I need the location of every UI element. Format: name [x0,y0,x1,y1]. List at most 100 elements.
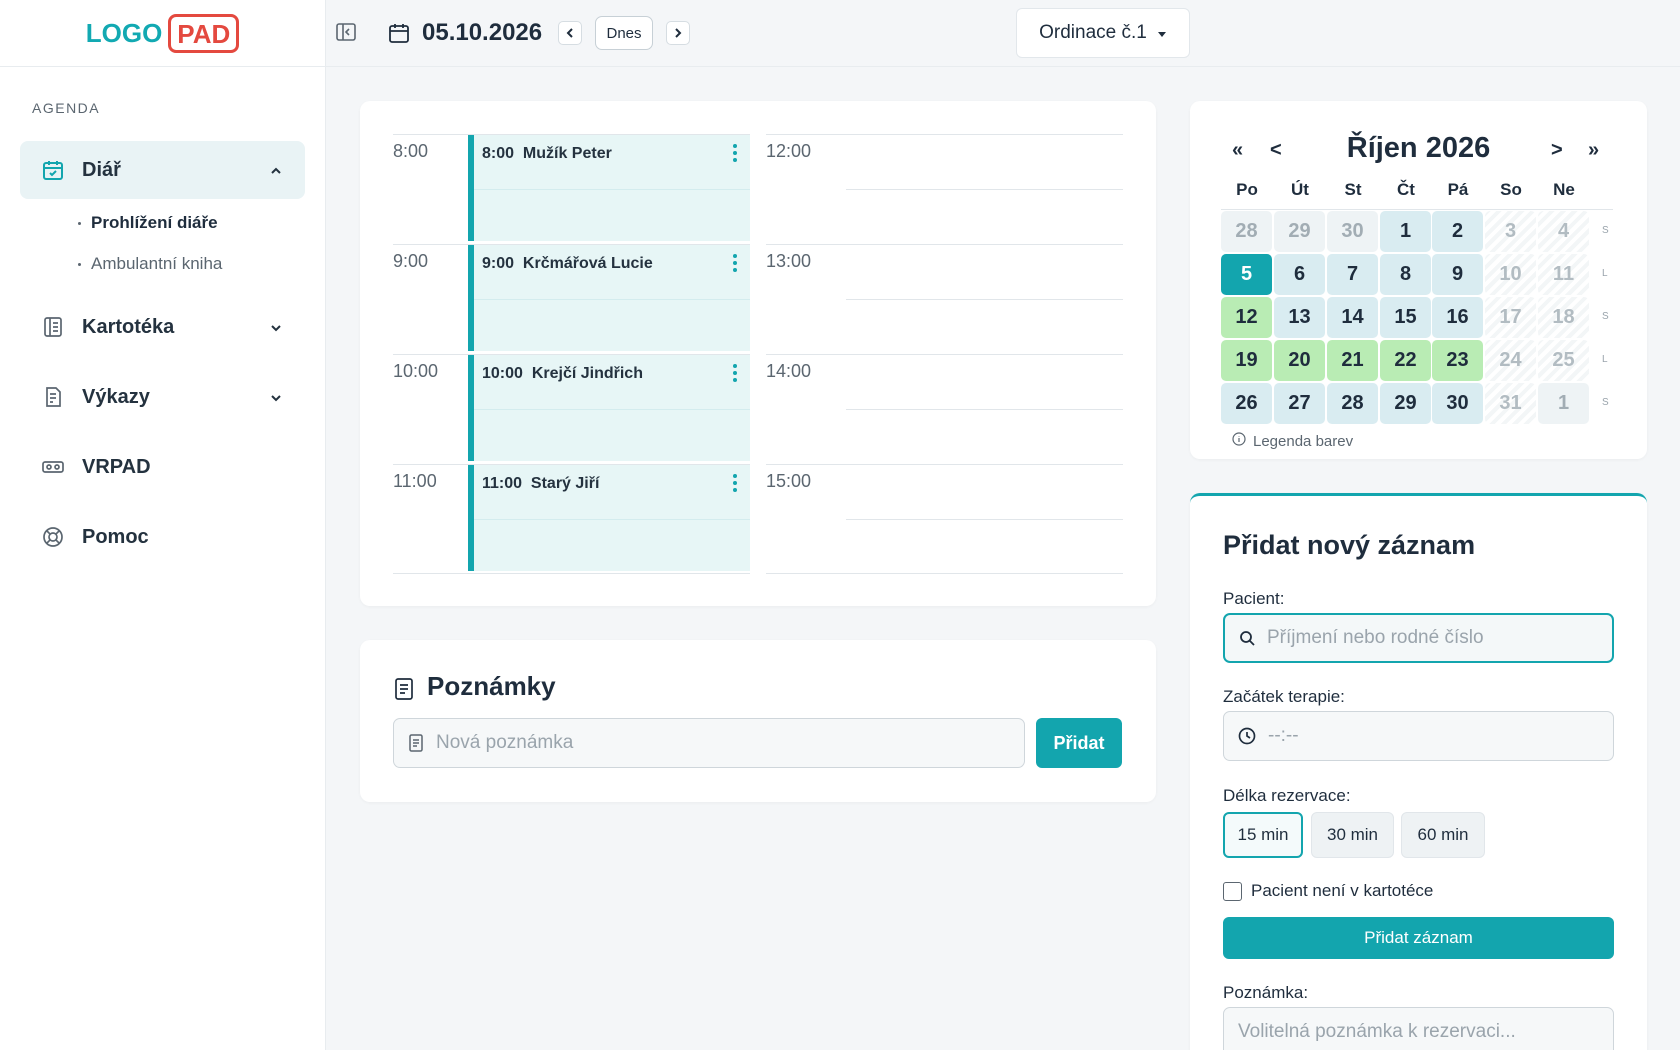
sidebar-item-vrpad[interactable]: VRPAD [20,438,305,496]
office-select-value: Ordinace č.1 [1039,22,1147,43]
sidebar-item-pomoc[interactable]: Pomoc [20,508,305,566]
calendar-day[interactable]: 12 [1221,297,1272,338]
divider [474,299,750,300]
calendar-day[interactable]: 16 [1432,297,1483,338]
new-note-input[interactable]: Nová poznámka [393,718,1025,768]
reservation-note-input[interactable]: Volitelná poznámka k rezervaci... [1223,1007,1614,1050]
duration-15-button[interactable]: 15 min [1223,812,1303,858]
more-options-icon[interactable] [732,254,738,276]
last-month-button[interactable]: » [1588,139,1599,162]
calendar-day[interactable]: 25 [1538,340,1589,381]
sidebar-item-label: VRPAD [82,455,151,478]
calendar-day[interactable]: 26 [1221,383,1272,424]
sidebar-subitem-ambulantni-kniha[interactable]: Ambulantní kniha [78,254,222,274]
time-label: 13:00 [766,251,812,271]
sidebar-subitem-label: Prohlížení diáře [91,213,218,232]
calendar-day[interactable]: 29 [1274,211,1325,252]
mini-calendar: « < Říjen 2026 > » Po Út St Čt Pá So Ne … [1190,101,1647,459]
calendar-day[interactable]: 14 [1327,297,1378,338]
appointment-label: 8:00 Mužík Peter [482,145,612,162]
calendar-day[interactable]: 28 [1221,211,1272,252]
calendar-day[interactable]: 6 [1274,254,1325,295]
week-parity-label: L [1602,354,1608,365]
legend-label: Legenda barev [1253,432,1354,450]
not-in-registry-label: Pacient není v kartotéce [1251,881,1434,900]
next-day-button[interactable] [666,21,690,45]
duration-60-button[interactable]: 60 min [1401,812,1485,858]
calendar-day[interactable]: 21 [1327,340,1378,381]
next-month-button[interactable]: > [1551,139,1563,162]
calendar-day[interactable]: 18 [1538,297,1589,338]
lifebuoy-icon [40,524,66,550]
logo[interactable]: LOGO PAD [0,0,325,67]
sidebar-item-kartoteka[interactable]: Kartotéka [20,298,305,356]
time-label: 11:00 [393,471,437,491]
add-record-button[interactable]: Přidat záznam [1223,917,1614,959]
sidebar-subitem-prohlizeni-diare[interactable]: Prohlížení diáře [78,213,218,233]
calendar-day[interactable]: 4 [1538,211,1589,252]
calendar-day[interactable]: 10 [1485,254,1536,295]
calendar-day[interactable]: 19 [1221,340,1272,381]
appointment-block[interactable]: 8:00 Mužík Peter [468,135,750,241]
sidebar-subitem-label: Ambulantní kniha [91,254,223,273]
duration-label: Délka rezervace: [1223,786,1351,805]
divider [846,409,1123,410]
calendar-day[interactable]: 30 [1432,383,1483,424]
calendar-day[interactable]: 9 [1432,254,1483,295]
calendar-day[interactable]: 2 [1432,211,1483,252]
time-label: 9:00 [393,251,429,271]
calendar-day[interactable]: 1 [1380,211,1431,252]
month-title: Říjen 2026 [1346,132,1491,164]
appointment-label: 10:00 Krejčí Jindřich [482,365,643,382]
color-legend-link[interactable]: Legenda barev [1232,432,1353,450]
calendar-day-selected[interactable]: 5 [1221,254,1272,295]
add-note-button[interactable]: Přidat [1036,718,1122,768]
chevron-down-icon[interactable] [269,388,283,411]
appointment-block[interactable]: 9:00 Krčmářová Lucie [468,245,750,351]
logo-text-pad: PAD [168,13,240,53]
more-options-icon[interactable] [732,144,738,166]
calendar-day[interactable]: 23 [1432,340,1483,381]
start-time-placeholder: --:-- [1268,725,1299,746]
time-label: 12:00 [766,141,812,161]
prev-day-button[interactable] [558,21,582,45]
calendar-day[interactable]: 24 [1485,340,1536,381]
divider [766,464,1123,465]
calendar-day[interactable]: 22 [1380,340,1431,381]
calendar-day[interactable]: 29 [1380,383,1431,424]
calendar-day[interactable]: 31 [1485,383,1536,424]
calendar-day[interactable]: 7 [1327,254,1378,295]
calendar-day[interactable]: 20 [1274,340,1325,381]
calendar-day[interactable]: 3 [1485,211,1536,252]
sidebar-toggle-icon[interactable] [334,20,358,44]
calendar-day[interactable]: 1 [1538,383,1589,424]
appointment-block[interactable]: 11:00 Starý Jiří [468,465,750,571]
duration-30-button[interactable]: 30 min [1311,812,1394,858]
calendar-day[interactable]: 11 [1538,254,1589,295]
divider [474,519,750,520]
patient-search-input[interactable]: Příjmení nebo rodné číslo [1223,613,1614,663]
divider [846,299,1123,300]
calendar-day[interactable]: 15 [1380,297,1431,338]
more-options-icon[interactable] [732,364,738,386]
calendar-day[interactable]: 27 [1274,383,1325,424]
more-options-icon[interactable] [732,474,738,496]
calendar-day[interactable]: 17 [1485,297,1536,338]
calendar-day[interactable]: 8 [1380,254,1431,295]
checkbox[interactable] [1223,881,1242,901]
today-button[interactable]: Dnes [595,16,653,50]
sidebar-item-diar[interactable]: Diář [20,141,305,199]
not-in-registry-checkbox[interactable]: Pacient není v kartotéce [1223,881,1433,901]
appointment-block[interactable]: 10:00 Krejčí Jindřich [468,355,750,461]
calendar-day[interactable]: 28 [1327,383,1378,424]
calendar-icon [386,20,412,46]
calendar-day[interactable]: 13 [1274,297,1325,338]
start-time-input[interactable]: --:-- [1223,711,1614,761]
notes-card: Poznámky Nová poznámka Přidat [360,640,1156,802]
sidebar-item-vykazy[interactable]: Výkazy [20,368,305,426]
chevron-down-icon[interactable] [269,318,283,341]
chevron-up-icon[interactable] [269,161,283,184]
calendar-day[interactable]: 30 [1327,211,1378,252]
office-select[interactable]: Ordinace č.1 [1016,8,1190,58]
book-icon [40,314,66,340]
